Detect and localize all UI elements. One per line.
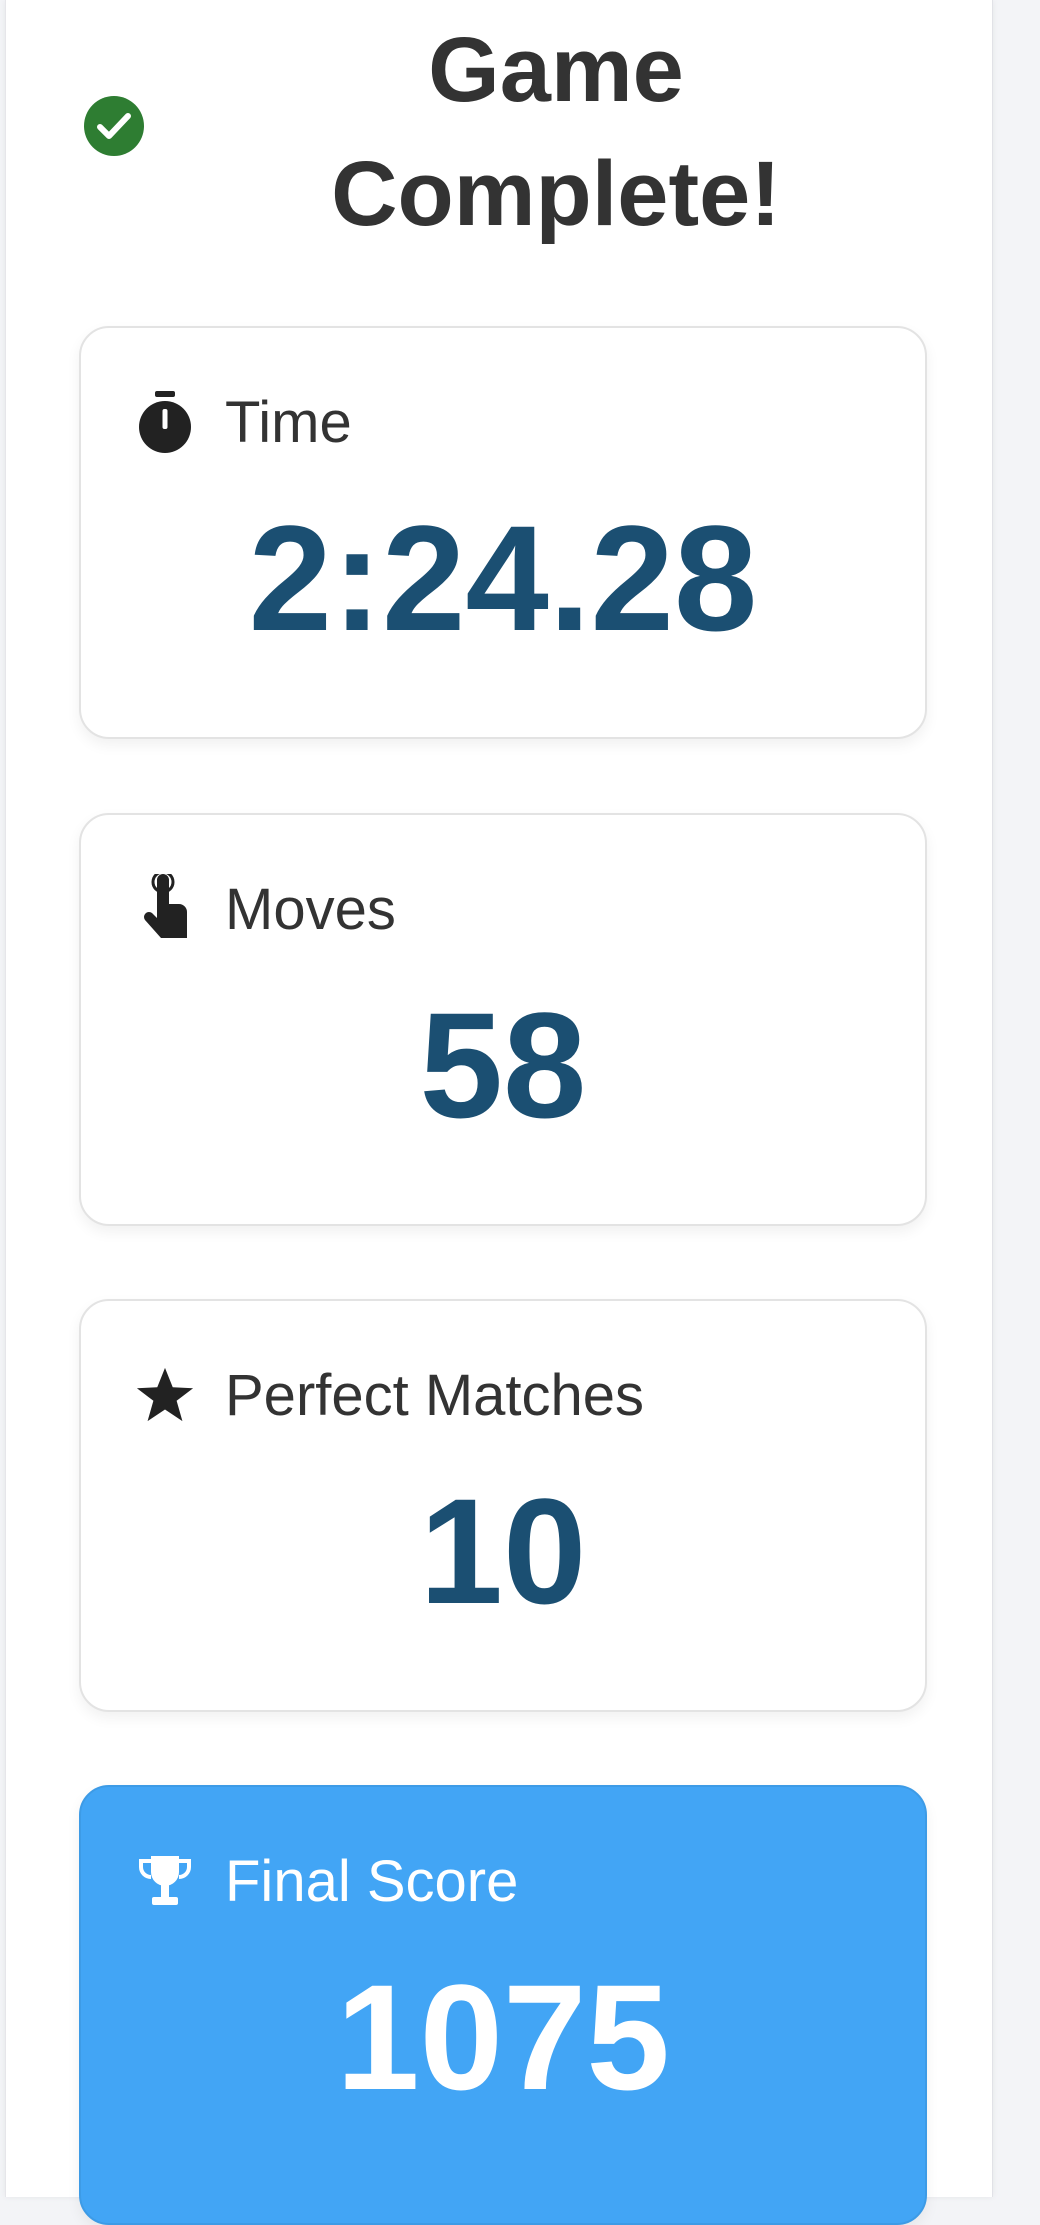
time-label-row: Time	[135, 390, 352, 455]
stopwatch-icon	[135, 391, 195, 453]
moves-label-row: Moves	[135, 874, 396, 942]
perfect-matches-label: Perfect Matches	[225, 1362, 645, 1428]
time-card: Time 2:24.28	[79, 326, 927, 739]
final-score-value: 1075	[336, 1953, 670, 2121]
star-icon	[135, 1365, 195, 1425]
perfect-matches-value: 10	[419, 1467, 587, 1635]
time-value: 2:24.28	[248, 494, 758, 662]
time-label: Time	[225, 389, 352, 455]
final-score-label: Final Score	[225, 1848, 519, 1914]
pointer-hand-icon	[135, 874, 195, 939]
final-score-card: Final Score 1075	[79, 1785, 927, 2225]
perfect-matches-card: Perfect Matches 10	[79, 1299, 927, 1712]
page-title: Game Complete!	[331, 19, 781, 245]
perfect-matches-label-row: Perfect Matches	[135, 1363, 644, 1428]
trophy-icon	[135, 1851, 195, 1911]
moves-card: Moves 58	[79, 813, 927, 1226]
check-circle-icon	[84, 96, 144, 156]
results-header: Game Complete!	[6, 0, 994, 260]
moves-label: Moves	[225, 876, 396, 942]
moves-value: 58	[419, 981, 587, 1149]
final-score-label-row: Final Score	[135, 1849, 518, 1914]
results-panel: Game Complete! Time 2:24.28 Moves 58 Per…	[5, 0, 994, 2225]
